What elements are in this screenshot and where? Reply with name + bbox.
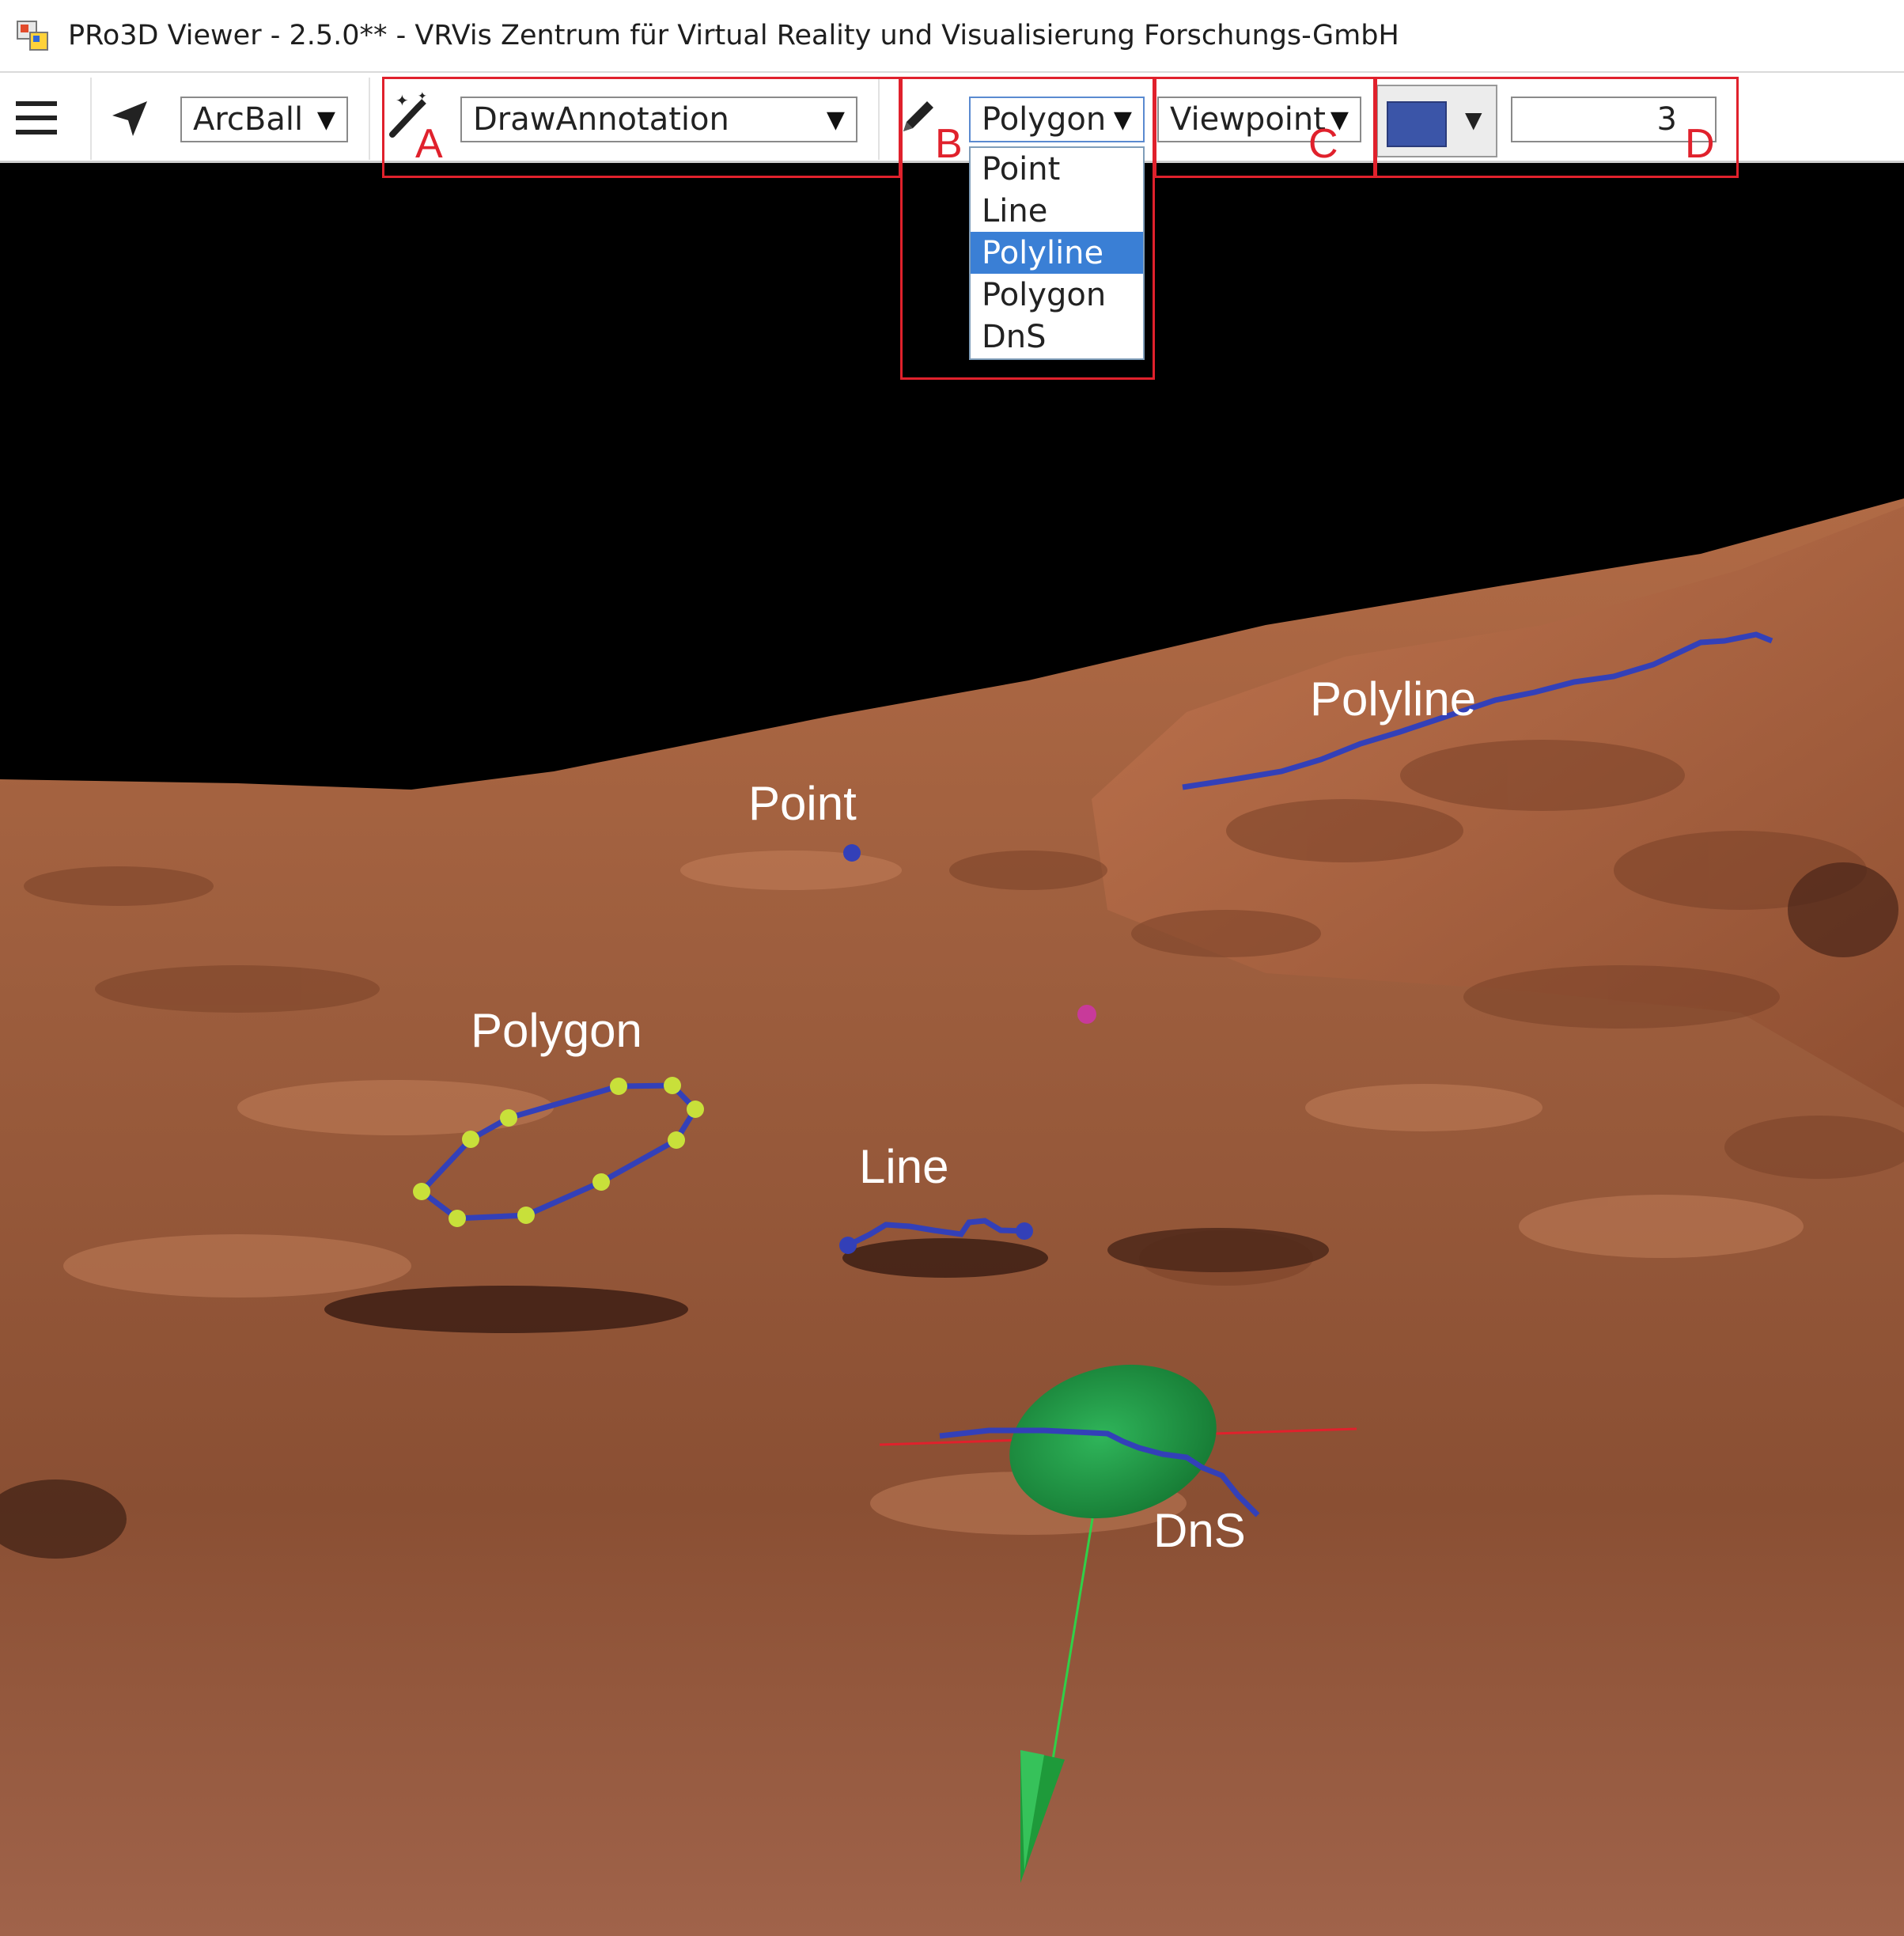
navigation-mode-value: ArcBall <box>193 101 304 138</box>
chevron-down-icon: ▼ <box>1465 107 1482 133</box>
dropdown-option-polygon[interactable]: Polygon <box>971 274 1143 316</box>
svg-text:✦: ✦ <box>418 90 427 103</box>
geometry-type-select[interactable]: Polygon ▼ <box>969 97 1145 142</box>
interaction-mode-select[interactable]: DrawAnnotation ▼ <box>460 97 857 142</box>
geometry-dropdown-list: Point Line Polyline Polygon DnS <box>969 146 1145 360</box>
marker-dot <box>1077 1005 1096 1024</box>
label-polyline: Polyline <box>1310 672 1477 726</box>
callout-label-a: A <box>415 121 443 167</box>
app-icon <box>16 18 51 53</box>
pencil-icon <box>895 95 940 139</box>
3d-viewport[interactable]: Point Polyline Polygon Line DnS <box>0 163 1904 1936</box>
thickness-value: 3 <box>1656 101 1677 138</box>
annotation-color-swatch <box>1387 101 1447 147</box>
navigation-icon <box>109 98 150 139</box>
callout-label-d: D <box>1685 121 1715 167</box>
toolbar-separator <box>90 78 92 160</box>
interaction-mode-value: DrawAnnotation <box>473 101 729 138</box>
toolbar-separator <box>369 78 370 160</box>
label-polygon: Polygon <box>471 1004 642 1057</box>
window-titlebar: PRo3D Viewer - 2.5.0** - VRVis Zentrum f… <box>0 0 1904 73</box>
point-annotation <box>843 844 861 862</box>
chevron-down-icon: ▼ <box>1113 105 1132 134</box>
menu-icon[interactable] <box>14 97 59 139</box>
label-line: Line <box>859 1140 949 1193</box>
window-title: PRo3D Viewer - 2.5.0** - VRVis Zentrum f… <box>68 20 1399 51</box>
dropdown-option-polyline[interactable]: Polyline <box>971 232 1143 274</box>
dropdown-option-point[interactable]: Point <box>971 148 1143 190</box>
label-point: Point <box>748 777 857 830</box>
svg-text:✦: ✦ <box>396 91 409 110</box>
navigation-mode-select[interactable]: ArcBall ▼ <box>180 97 348 142</box>
label-dns: DnS <box>1153 1504 1246 1557</box>
chevron-down-icon: ▼ <box>316 105 335 134</box>
geometry-type-value: Polygon <box>982 101 1107 138</box>
chevron-down-icon: ▼ <box>826 105 845 134</box>
projection-value: Viewpoint <box>1170 101 1326 138</box>
callout-label-c: C <box>1308 121 1338 167</box>
toolbar-separator <box>878 78 880 160</box>
dropdown-option-dns[interactable]: DnS <box>971 316 1143 358</box>
terrain-scene <box>0 163 1904 1936</box>
dropdown-option-line[interactable]: Line <box>971 190 1143 232</box>
callout-label-b: B <box>935 121 963 167</box>
